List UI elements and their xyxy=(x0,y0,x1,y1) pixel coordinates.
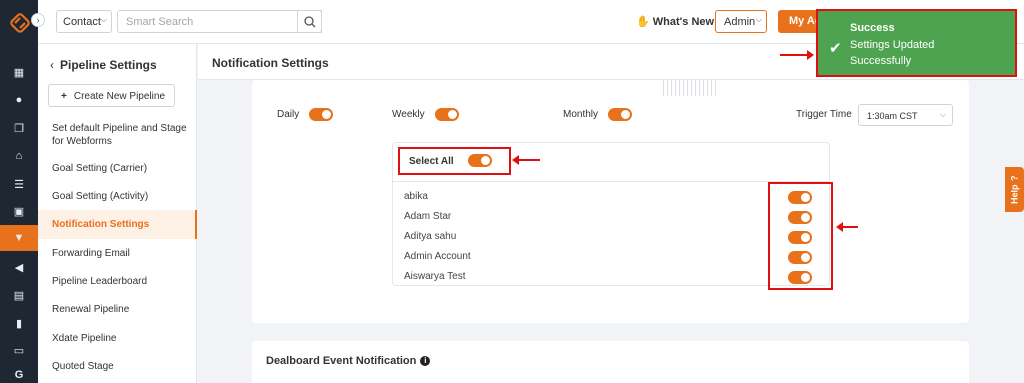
pipeline-settings-sidebar: ‹ Pipeline Settings + Create New Pipeline … xyxy=(38,44,197,383)
sidebar-title: Pipeline Settings xyxy=(60,58,157,72)
select-all-arrow xyxy=(512,155,540,165)
pipeline-funnel-icon[interactable]: ▼ xyxy=(0,225,38,251)
dealboard-title-row: Dealboard Event Notification i xyxy=(266,355,431,367)
folder-icon[interactable]: ▭ xyxy=(11,342,27,358)
contact-selector-label: Contact xyxy=(63,16,101,28)
documents-icon[interactable]: ❐ xyxy=(11,120,27,136)
reports-icon[interactable]: ▮ xyxy=(11,315,27,331)
sidebar-item-default-pipeline[interactable]: Set default Pipeline and Stage for Webfo… xyxy=(38,122,197,148)
hand-pointing-icon: ✋ xyxy=(636,16,650,28)
user-name: Aiswarya Test xyxy=(404,271,466,282)
page-title: Notification Settings xyxy=(212,56,329,70)
toast-arrow xyxy=(780,50,814,60)
user-toggle[interactable] xyxy=(788,191,812,204)
search-icon xyxy=(304,16,316,28)
toast-message: Settings Updated Successfully xyxy=(850,39,935,67)
select-all-toggle[interactable] xyxy=(468,154,492,167)
daily-label: Daily xyxy=(277,109,300,120)
notification-settings-card: Daily Weekly Monthly Trigger Time 1:30am… xyxy=(252,80,969,323)
weekly-label: Weekly xyxy=(392,109,425,120)
help-label: Help xyxy=(1009,184,1020,204)
sidebar-item-xdate-pipeline[interactable]: Xdate Pipeline xyxy=(38,332,197,345)
user-toggles-arrow xyxy=(836,222,858,232)
icon-rail: ▦ ● ❐ ⌂ ☰ ▣ ▼ ◀ ▤ ▮ ▭ G xyxy=(0,0,38,383)
create-new-pipeline-label: Create New Pipeline xyxy=(73,91,166,102)
success-toast[interactable]: ✔ Success Settings Updated Successfully xyxy=(816,9,1017,77)
whats-new-label: What's New xyxy=(652,16,715,28)
user-row: Adam Star xyxy=(393,207,829,227)
user-name: abika xyxy=(404,191,428,202)
dealboard-event-card: Dealboard Event Notification i xyxy=(252,341,969,383)
plus-icon: + xyxy=(61,91,67,102)
user-toggle[interactable] xyxy=(788,251,812,264)
scroll-remnant xyxy=(663,80,718,96)
chevron-left-icon: ‹ xyxy=(50,58,54,72)
sidebar-item-goal-carrier[interactable]: Goal Setting (Carrier) xyxy=(38,162,197,175)
monthly-label: Monthly xyxy=(563,109,599,120)
select-all-row: Select All xyxy=(393,143,829,182)
chevron-down-icon: ⌵ xyxy=(100,15,107,24)
chevron-down-icon: ⌵ xyxy=(939,110,946,119)
back-to-pipeline-settings[interactable]: ‹ Pipeline Settings xyxy=(50,58,157,72)
create-new-pipeline-button[interactable]: + Create New Pipeline xyxy=(48,84,175,107)
user-notification-list: Select All abika Adam Star Aditya sahu A… xyxy=(392,142,830,286)
toast-title: Success xyxy=(850,22,895,34)
search-button[interactable] xyxy=(297,10,322,33)
role-selector[interactable]: Admin ⌵ xyxy=(715,10,767,33)
contact-selector[interactable]: Contact ⌵ xyxy=(56,10,112,33)
daily-setting: Daily xyxy=(277,108,334,121)
weekly-setting: Weekly xyxy=(392,108,459,121)
user-toggle[interactable] xyxy=(788,231,812,244)
user-row: Aiswarya Test xyxy=(393,267,829,287)
list-icon[interactable]: ☰ xyxy=(11,176,27,192)
dealboard-title: Dealboard Event Notification xyxy=(266,355,417,367)
smart-search-input[interactable]: Smart Search xyxy=(117,10,322,33)
id-card-icon[interactable]: ▣ xyxy=(11,203,27,219)
role-selector-label: Admin xyxy=(724,16,756,28)
chevron-down-icon: ⌵ xyxy=(755,15,762,24)
monthly-toggle[interactable] xyxy=(608,108,633,121)
sidebar-item-quoted-stage[interactable]: Quoted Stage xyxy=(38,360,197,373)
dashboard-icon[interactable]: ▦ xyxy=(11,64,27,80)
notes-icon[interactable]: ▤ xyxy=(11,287,27,303)
user-row: abika xyxy=(393,187,829,207)
sidebar-item-pipeline-leaderboard[interactable]: Pipeline Leaderboard xyxy=(38,275,197,288)
sidebar-item-renewal-pipeline[interactable]: Renewal Pipeline xyxy=(38,303,197,316)
select-all-label: Select All xyxy=(409,156,454,167)
brand-logo-icon[interactable] xyxy=(9,12,31,34)
app-root: ▦ ● ❐ ⌂ ☰ ▣ ▼ ◀ ▤ ▮ ▭ G › Contact ⌵ Smar… xyxy=(0,0,1024,383)
weekly-toggle[interactable] xyxy=(434,108,459,121)
question-circle-icon: ? xyxy=(1009,175,1020,182)
user-name: Aditya sahu xyxy=(404,231,457,242)
rail-collapse-button[interactable]: › xyxy=(31,13,45,27)
trigger-time-select[interactable]: 1:30am CST ⌵ xyxy=(858,104,953,126)
trigger-time-label: Trigger Time xyxy=(796,109,852,120)
checkmark-icon: ✔ xyxy=(829,40,842,57)
monthly-setting: Monthly xyxy=(563,108,633,121)
bank-icon[interactable]: ⌂ xyxy=(11,148,27,164)
user-row: Admin Account xyxy=(393,247,829,267)
megaphone-icon[interactable]: ◀ xyxy=(11,259,27,275)
user-name: Adam Star xyxy=(404,211,452,222)
info-icon[interactable]: i xyxy=(420,356,431,366)
whats-new-link[interactable]: ✋ What's New xyxy=(636,15,714,28)
trigger-time-value: 1:30am CST xyxy=(867,111,918,121)
user-name: Admin Account xyxy=(404,251,471,262)
user-toggle[interactable] xyxy=(788,271,812,284)
user-row: Aditya sahu xyxy=(393,227,829,247)
user-toggle[interactable] xyxy=(788,211,812,224)
sidebar-item-goal-activity[interactable]: Goal Setting (Activity) xyxy=(38,190,197,203)
sidebar-item-forwarding-email[interactable]: Forwarding Email xyxy=(38,247,197,260)
help-tab[interactable]: Help ? xyxy=(1005,167,1024,212)
sidebar-item-notification-settings[interactable]: Notification Settings xyxy=(38,210,197,239)
daily-toggle[interactable] xyxy=(309,108,334,121)
google-icon[interactable]: G xyxy=(11,367,27,383)
contacts-icon[interactable]: ● xyxy=(11,92,27,108)
